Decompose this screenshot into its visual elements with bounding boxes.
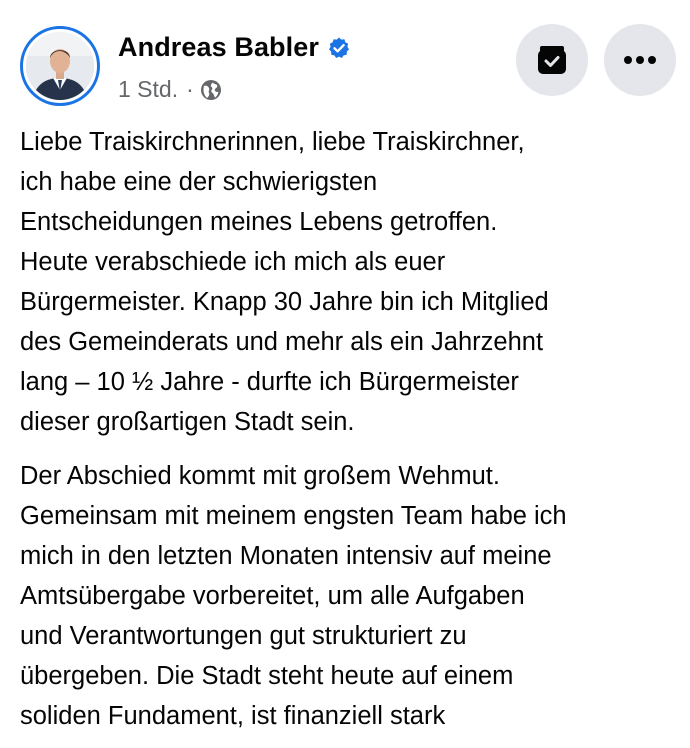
text-line: Gemeinsam mit meinem engsten Team habe i… — [20, 502, 567, 530]
more-options-icon — [624, 56, 656, 64]
text-line: dieser großartigen Stadt sein. — [20, 408, 355, 436]
text-line: ich habe eine der schwierigsten — [20, 168, 378, 196]
author-row: Andreas Babler — [118, 32, 351, 63]
text-line: Amtsübergabe vorbereitet, um alle Aufgab… — [20, 582, 525, 610]
archive-icon — [538, 46, 566, 74]
text-line: und Verantwortungen gut strukturiert zu — [20, 622, 467, 650]
text-line: des Gemeinderats und mehr als ein Jahrze… — [20, 328, 544, 356]
meta-separator: · — [186, 76, 194, 102]
paragraph: Liebe Traiskirchnerinnen, liebe Traiskir… — [20, 122, 680, 442]
text-line: Liebe Traiskirchnerinnen, liebe Traiskir… — [20, 128, 525, 156]
avatar-portrait — [26, 32, 94, 100]
archive-button[interactable] — [516, 24, 588, 96]
text-line: Entscheidungen meines Lebens getroffen. — [20, 208, 498, 236]
text-line: mich in den letzten Monaten intensiv auf… — [20, 542, 552, 570]
text-line: Der Abschied kommt mit großem Wehmut. — [20, 462, 500, 490]
text-line: lang – 10 ½ Jahre - durfte ich Bürgermei… — [20, 368, 519, 396]
text-line: soliden Fundament, ist finanziell stark — [20, 702, 446, 730]
paragraph: Der Abschied kommt mit großem Wehmut. Ge… — [20, 456, 680, 736]
avatar-story-ring[interactable] — [20, 26, 100, 106]
verified-badge-icon — [328, 37, 349, 58]
globe-icon[interactable] — [200, 79, 222, 101]
avatar[interactable] — [26, 32, 94, 100]
post-body: Liebe Traiskirchnerinnen, liebe Traiskir… — [20, 122, 680, 736]
post-meta: 1 Std. · — [118, 76, 222, 103]
post-header: Andreas Babler 1 Std. · — [0, 0, 690, 120]
more-options-button[interactable] — [604, 24, 676, 96]
timestamp[interactable]: 1 Std. — [118, 76, 178, 103]
author-name[interactable]: Andreas Babler — [118, 32, 319, 63]
text-line: Bürgermeister. Knapp 30 Jahre bin ich Mi… — [20, 288, 549, 316]
text-line: übergeben. Die Stadt steht heute auf ein… — [20, 662, 514, 690]
text-line: Heute verabschiede ich mich als euer — [20, 248, 446, 276]
